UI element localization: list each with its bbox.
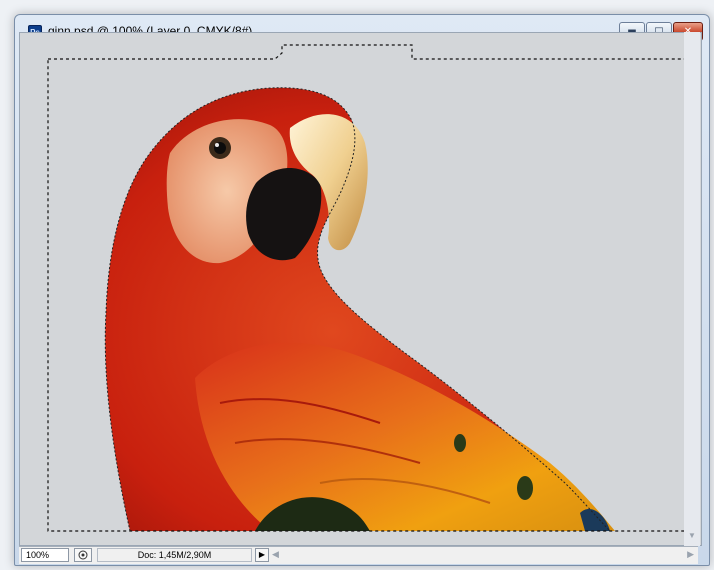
status-bar-info-icon <box>78 550 88 560</box>
scroll-left-icon[interactable]: ◀ <box>272 549 279 560</box>
document-info: Doc: 1,45M/2,90M <box>97 548 252 562</box>
status-menu-arrow-icon: ▶ <box>258 550 266 559</box>
parrot-image <box>47 44 686 532</box>
scroll-right-icon[interactable]: ▶ <box>687 549 694 560</box>
document-canvas[interactable] <box>19 32 702 546</box>
scroll-down-icon[interactable]: ▼ <box>688 532 696 540</box>
status-bar-info-button[interactable] <box>74 548 92 562</box>
vertical-scrollbar[interactable]: ▼ <box>684 32 700 546</box>
status-menu-button[interactable]: ▶ <box>255 548 269 562</box>
zoom-level-field[interactable]: 100% <box>21 548 69 562</box>
status-bar: 100% Doc: 1,45M/2,90M ▶ ◀ ▶ <box>19 546 698 564</box>
